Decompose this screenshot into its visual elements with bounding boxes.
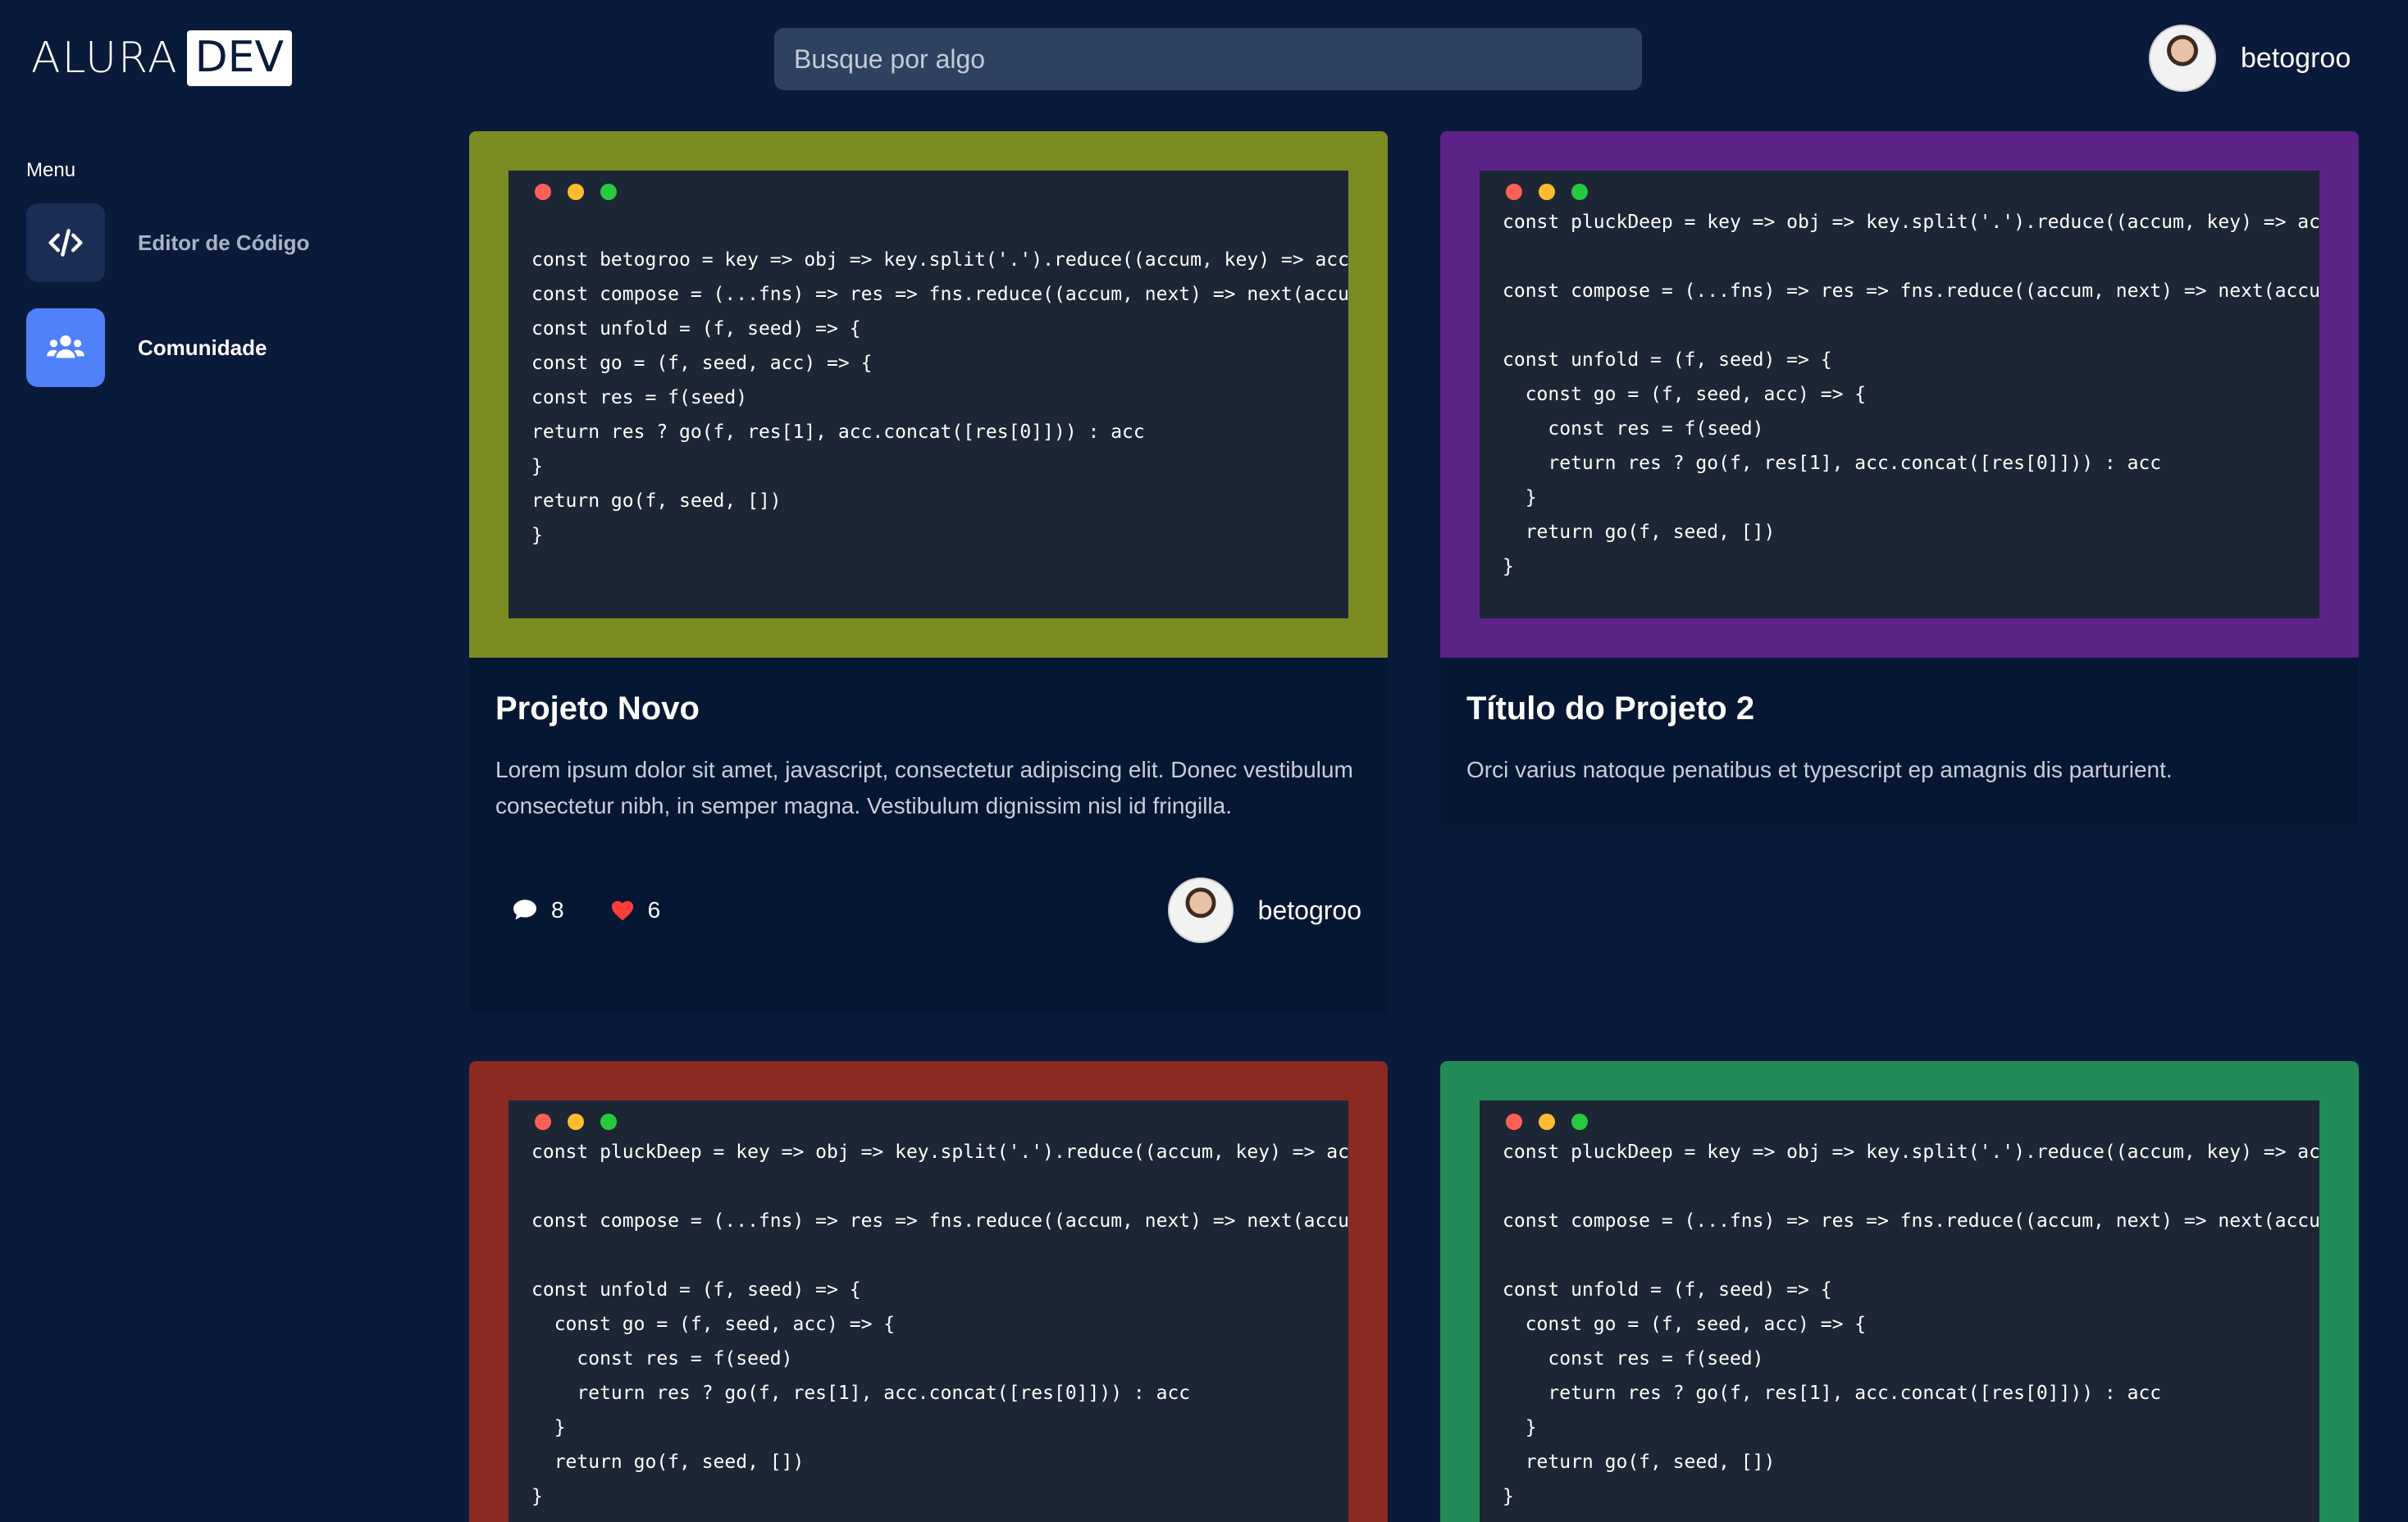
window-controls bbox=[535, 184, 1348, 200]
close-dot-icon bbox=[1506, 184, 1522, 200]
code-frame: const pluckDeep = key => obj => key.spli… bbox=[1440, 1061, 2359, 1522]
project-card[interactable]: const pluckDeep = key => obj => key.spli… bbox=[1440, 1061, 2359, 1522]
avatar bbox=[1167, 877, 1234, 943]
window-controls bbox=[1506, 184, 2319, 200]
card-body: Título do Projeto 2 Orci varius natoque … bbox=[1440, 658, 2359, 814]
sidebar-item-community[interactable]: Comunidade bbox=[26, 308, 267, 387]
code-snippet: const pluckDeep = key => obj => key.spli… bbox=[1503, 212, 2319, 577]
code-editor: const pluckDeep = key => obj => key.spli… bbox=[1480, 171, 2319, 618]
code-snippet: const betogroo = key => obj => key.split… bbox=[531, 249, 1348, 546]
minimize-dot-icon bbox=[1539, 184, 1555, 200]
code-frame: const pluckDeep = key => obj => key.spli… bbox=[469, 1061, 1388, 1522]
code-editor: const betogroo = key => obj => key.split… bbox=[509, 171, 1348, 618]
maximize-dot-icon bbox=[1571, 1114, 1588, 1130]
maximize-dot-icon bbox=[1571, 184, 1588, 200]
minimize-dot-icon bbox=[1539, 1114, 1555, 1130]
card-stats: 8 6 bbox=[495, 897, 660, 923]
author-name: betogroo bbox=[1257, 895, 1361, 925]
close-dot-icon bbox=[535, 1114, 551, 1130]
sidebar-item-code-editor[interactable]: Editor de Código bbox=[26, 203, 309, 282]
heart-icon bbox=[611, 900, 633, 921]
card-body: Projeto Novo Lorem ipsum dolor sit amet,… bbox=[469, 658, 1388, 973]
card-title: Projeto Novo bbox=[495, 690, 700, 727]
code-snippet: const pluckDeep = key => obj => key.spli… bbox=[1503, 1142, 2319, 1507]
comments-count: 8 bbox=[551, 897, 564, 923]
avatar[interactable] bbox=[2149, 25, 2216, 92]
code-editor: const pluckDeep = key => obj => key.spli… bbox=[509, 1100, 1348, 1522]
logo[interactable]: ALURA DEV bbox=[31, 30, 293, 87]
close-dot-icon bbox=[1506, 1114, 1522, 1130]
username: betogroo bbox=[2241, 42, 2351, 74]
likes-count: 6 bbox=[647, 897, 661, 923]
maximize-dot-icon bbox=[600, 184, 617, 200]
comment-icon bbox=[513, 900, 536, 920]
code-frame: const betogroo = key => obj => key.split… bbox=[469, 131, 1388, 658]
card-description: Lorem ipsum dolor sit amet, javascript, … bbox=[495, 757, 1353, 818]
card-author[interactable]: betogroo bbox=[1167, 877, 1361, 943]
close-dot-icon bbox=[535, 184, 551, 200]
project-card[interactable]: const betogroo = key => obj => key.split… bbox=[469, 131, 1388, 1014]
search-input[interactable] bbox=[794, 43, 1642, 75]
minimize-dot-icon bbox=[568, 184, 584, 200]
card-title: Título do Projeto 2 bbox=[1466, 690, 1755, 727]
card-footer: 8 6 betogroo bbox=[495, 873, 1361, 947]
logo-text: ALURA bbox=[31, 34, 179, 83]
comments-stat[interactable]: 8 bbox=[512, 897, 564, 923]
sidebar-item-label: Comunidade bbox=[138, 335, 267, 360]
code-snippet: const pluckDeep = key => obj => key.spli… bbox=[531, 1142, 1348, 1507]
search-bar[interactable] bbox=[774, 28, 1642, 90]
code-icon[interactable] bbox=[26, 203, 105, 282]
project-card[interactable]: const pluckDeep = key => obj => key.spli… bbox=[1440, 131, 2359, 825]
sidebar-item-label: Editor de Código bbox=[138, 230, 310, 255]
minimize-dot-icon bbox=[568, 1114, 584, 1130]
logo-badge: DEV bbox=[186, 30, 293, 86]
code-editor: const pluckDeep = key => obj => key.spli… bbox=[1480, 1100, 2319, 1522]
window-controls bbox=[1506, 1114, 2319, 1130]
maximize-dot-icon bbox=[600, 1114, 617, 1130]
project-card[interactable]: const pluckDeep = key => obj => key.spli… bbox=[469, 1061, 1388, 1522]
code-frame: const pluckDeep = key => obj => key.spli… bbox=[1440, 131, 2359, 658]
menu-label: Menu bbox=[26, 159, 76, 181]
card-description: Orci varius natoque penatibus et typescr… bbox=[1466, 757, 2173, 782]
window-controls bbox=[535, 1114, 1348, 1130]
likes-stat[interactable]: 6 bbox=[610, 897, 661, 923]
user-profile[interactable]: betogroo bbox=[2149, 25, 2351, 92]
people-icon[interactable] bbox=[26, 308, 105, 387]
